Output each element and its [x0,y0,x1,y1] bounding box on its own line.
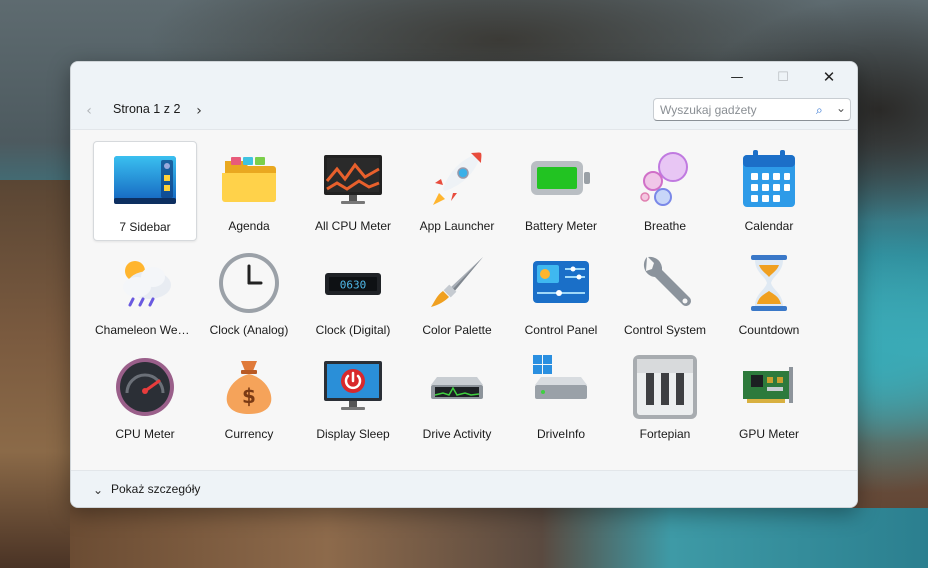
gadget-item-control-system[interactable]: Control System [613,245,717,345]
bubbles-icon [633,147,697,211]
gadget-label: Control Panel [524,323,598,337]
piano-icon [633,355,697,419]
previous-page-button[interactable]: ‹ [79,101,99,121]
search-icon[interactable]: ⌕ [816,103,823,118]
gadget-label: Clock (Digital) [315,323,391,337]
gadget-label: Chameleon Weather [95,323,195,337]
power-monitor-icon [321,355,385,419]
folder-icon [217,147,281,211]
gadget-item-clock-analog[interactable]: Clock (Analog) [197,245,301,345]
gadget-label: Clock (Analog) [209,323,289,337]
gadget-label: DriveInfo [536,427,586,441]
show-details-toggle[interactable]: Pokaż szczegóły [111,482,200,496]
gadget-label: Drive Activity [422,427,492,441]
gadget-label: GPU Meter [738,427,799,441]
analog-clock-icon [217,251,281,315]
gadget-label: Color Palette [422,323,492,337]
gadget-grid: 7 Sidebar Agenda All CPU Meter App Launc… [91,141,819,453]
gadget-item-drive-activity[interactable]: Drive Activity [405,349,509,449]
gadget-item-calendar[interactable]: Calendar [717,141,821,241]
gadget-item-battery-meter[interactable]: Battery Meter [509,141,613,241]
minimize-button[interactable]: — [714,62,760,92]
hourglass-icon [737,251,801,315]
gadget-item-all-cpu-meter[interactable]: All CPU Meter [301,141,405,241]
gadgets-window: — ☐ ✕ ‹ Strona 1 z 2 › ⌕ ⌄ [70,61,858,508]
gadget-label: App Launcher [419,219,495,233]
windows-drive-icon [529,355,593,419]
currency-symbol: $ [242,384,256,408]
gadget-item-currency[interactable]: $ Currency [197,349,301,449]
gadget-label: CPU Meter [115,427,175,441]
gadget-label: Breathe [643,219,687,233]
drive-activity-icon [425,355,489,419]
battery-icon [529,147,593,211]
gadget-label: Countdown [738,323,800,337]
gauge-icon [113,355,177,419]
sidebar-icon [113,148,177,212]
search-input[interactable] [654,102,804,117]
money-bag-icon: $ [217,355,281,419]
close-button[interactable]: ✕ [806,62,852,92]
details-footer: ⌄ Pokaż szczegóły [71,470,857,507]
rocket-icon [425,147,489,211]
navigation-bar: ‹ Strona 1 z 2 › ⌕ ⌄ [71,92,857,130]
gadget-item-app-launcher[interactable]: App Launcher [405,141,509,241]
gadget-item-countdown[interactable]: Countdown [717,245,821,345]
gadget-item-chameleon-weather[interactable]: Chameleon Weather [93,245,197,345]
gadget-item-gpu-meter[interactable]: GPU Meter [717,349,821,449]
chevron-down-icon[interactable]: ⌄ [93,483,103,497]
digital-clock-readout: 0630 [340,279,367,292]
circuit-board-icon [737,355,801,419]
gadget-label: Fortepian [639,427,691,441]
cpu-graph-monitor-icon [321,147,385,211]
wallpaper-shore [70,508,928,568]
gadget-label: Calendar [744,219,794,233]
gadget-item-cpu-meter[interactable]: CPU Meter [93,349,197,449]
gadget-item-clock-digital[interactable]: 0630 Clock (Digital) [301,245,405,345]
paintbrush-icon [425,251,489,315]
gadget-item-control-panel[interactable]: Control Panel [509,245,613,345]
title-bar[interactable]: — ☐ ✕ [71,62,857,92]
wrench-icon [633,251,697,315]
gadget-label: Control System [623,323,707,337]
gadget-label: Agenda [228,219,270,233]
gadget-label: Display Sleep [316,427,390,441]
page-indicator: Strona 1 z 2 [113,102,181,116]
gadget-label: 7 Sidebar [119,220,171,234]
control-panel-icon [529,251,593,315]
search-box[interactable]: ⌕ ⌄ [653,98,851,121]
gadget-label: Battery Meter [524,219,598,233]
calendar-icon [737,147,801,211]
gadget-item-7-sidebar[interactable]: 7 Sidebar [93,141,197,241]
gadget-item-agenda[interactable]: Agenda [197,141,301,241]
gadget-item-fortepian[interactable]: Fortepian [613,349,717,449]
maximize-button[interactable]: ☐ [760,62,806,92]
gadget-item-color-palette[interactable]: Color Palette [405,245,509,345]
weather-cloud-icon [113,251,177,315]
digital-clock-icon: 0630 [321,251,385,315]
chevron-down-icon[interactable]: ⌄ [836,101,846,115]
gadget-item-display-sleep[interactable]: Display Sleep [301,349,405,449]
gadget-label: All CPU Meter [314,219,391,233]
next-page-button[interactable]: › [189,101,209,121]
gadget-label: Currency [224,427,274,441]
gadget-item-breathe[interactable]: Breathe [613,141,717,241]
gadget-item-driveinfo[interactable]: DriveInfo [509,349,613,449]
